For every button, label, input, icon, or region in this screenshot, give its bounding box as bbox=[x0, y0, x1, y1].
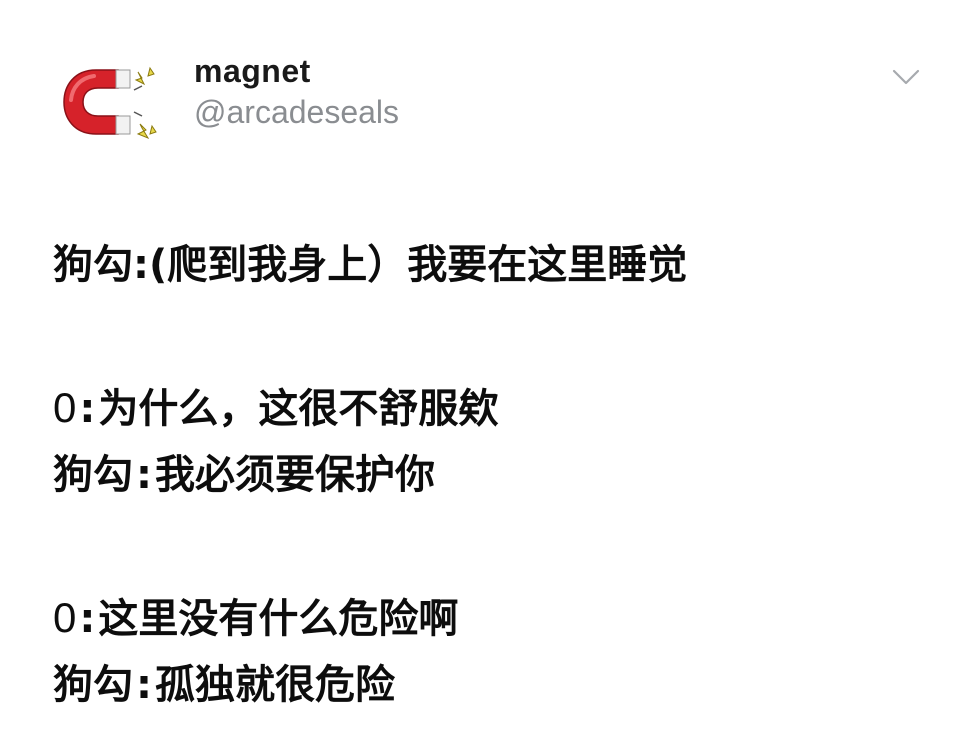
dialogue-line: 狗勾:我必须要保护你 bbox=[53, 442, 933, 508]
tweet-body: 狗勾:(爬到我身上）我要在这里睡觉 0:为什么，这很不舒服欸 狗勾:我必须要保护… bbox=[53, 232, 933, 718]
dialogue-text: 我必须要保护你 bbox=[155, 452, 435, 498]
speaker-label: 狗勾 bbox=[53, 452, 133, 498]
speaker-label: 狗勾 bbox=[53, 242, 133, 288]
speaker-label: 狗勾 bbox=[53, 662, 133, 708]
chevron-down-icon bbox=[892, 69, 920, 85]
dialogue-text: 这里没有什么危险啊 bbox=[98, 596, 459, 642]
dialogue-text: (爬到我身上）我要在这里睡觉 bbox=[149, 242, 688, 288]
magnet-icon bbox=[63, 66, 157, 140]
separator: : bbox=[133, 242, 149, 288]
dialogue-text: 孤独就很危险 bbox=[155, 662, 395, 708]
user-block: magnet @arcadeseals bbox=[194, 52, 399, 132]
dialogue-line: 狗勾:孤独就很危险 bbox=[53, 652, 933, 718]
tweet-card: magnet @arcadeseals 狗勾:(爬到我身上）我要在这里睡觉 0:… bbox=[0, 0, 960, 753]
display-name[interactable]: magnet bbox=[194, 52, 399, 90]
dialogue-text: 为什么，这很不舒服欸 bbox=[98, 386, 499, 432]
speaker-label: 0 bbox=[53, 384, 77, 431]
tweet-header: magnet @arcadeseals bbox=[56, 50, 926, 150]
more-options-button[interactable] bbox=[886, 62, 926, 92]
user-handle[interactable]: @arcadeseals bbox=[194, 92, 399, 132]
dialogue-line: 0:为什么，这很不舒服欸 bbox=[53, 375, 933, 442]
dialogue-line: 狗勾:(爬到我身上）我要在这里睡觉 bbox=[53, 232, 933, 298]
dialogue-line: 0:这里没有什么危险啊 bbox=[53, 585, 933, 652]
separator: : bbox=[136, 452, 152, 498]
speaker-label: 0 bbox=[53, 594, 77, 641]
separator: : bbox=[136, 662, 152, 708]
avatar[interactable] bbox=[56, 50, 166, 150]
separator: : bbox=[79, 386, 96, 432]
separator: : bbox=[79, 596, 96, 642]
